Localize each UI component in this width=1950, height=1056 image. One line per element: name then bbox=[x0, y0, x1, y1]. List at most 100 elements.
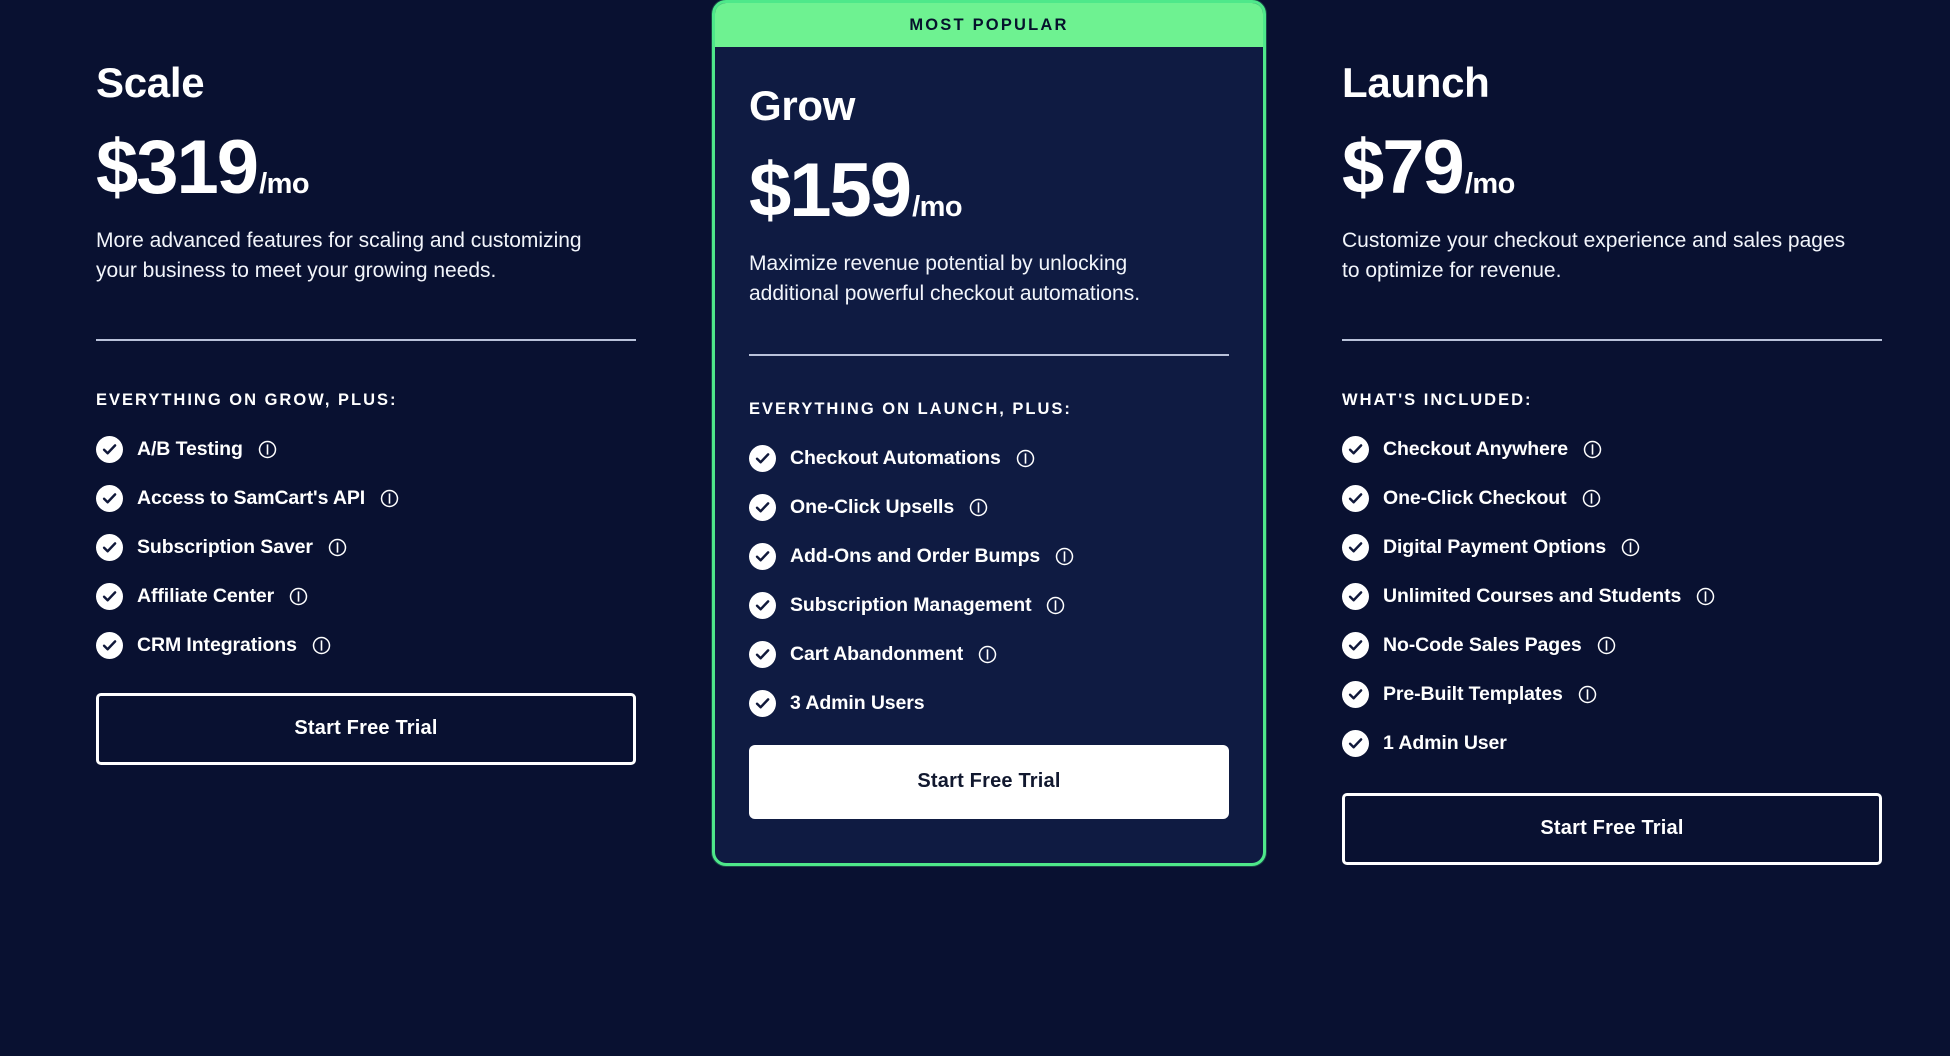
info-icon[interactable] bbox=[258, 440, 277, 459]
check-circle-icon bbox=[749, 689, 776, 717]
divider-grow bbox=[749, 353, 1229, 356]
price-row-grow: $159 /mo bbox=[749, 153, 1229, 229]
feature-label: Affiliate Center bbox=[137, 584, 275, 607]
feature-label: Unlimited Courses and Students bbox=[1383, 584, 1682, 607]
check-circle-icon bbox=[1342, 631, 1369, 659]
feature-list-grow: Checkout Automations One-Click Upsells A… bbox=[749, 444, 1229, 717]
start-free-trial-button-grow[interactable]: Start Free Trial bbox=[749, 744, 1229, 819]
plan-card-grow: MOST POPULAR Grow $159 /mo Maximize reve… bbox=[712, 0, 1266, 866]
price-period-grow: /mo bbox=[912, 191, 963, 223]
plan-description-launch: Customize your checkout experience and s… bbox=[1342, 229, 1846, 283]
feature-label: CRM Integrations bbox=[137, 633, 297, 656]
list-item: One-Click Checkout bbox=[1342, 484, 1882, 512]
list-item: Access to SamCart's API bbox=[96, 484, 636, 512]
info-icon[interactable] bbox=[1578, 685, 1597, 704]
check-circle-icon bbox=[96, 631, 123, 659]
plan-description-scale: More advanced features for scaling and c… bbox=[96, 229, 582, 283]
check-circle-icon bbox=[749, 493, 776, 521]
divider-scale bbox=[96, 338, 636, 341]
list-item: No-Code Sales Pages bbox=[1342, 631, 1882, 659]
check-circle-icon bbox=[749, 444, 776, 472]
list-item: 3 Admin Users bbox=[749, 689, 1229, 717]
card-inner-scale: Scale $319 /mo More advanced features fo… bbox=[96, 0, 636, 765]
plan-description-grow: Maximize revenue potential by unlocking … bbox=[749, 252, 1141, 306]
info-icon[interactable] bbox=[328, 538, 347, 557]
check-circle-icon bbox=[749, 640, 776, 668]
info-icon[interactable] bbox=[969, 498, 988, 517]
feature-label: Subscription Saver bbox=[137, 535, 313, 558]
check-circle-icon bbox=[1342, 582, 1369, 610]
feature-label: Cart Abandonment bbox=[790, 642, 964, 665]
check-circle-icon bbox=[1342, 680, 1369, 708]
info-icon[interactable] bbox=[1582, 489, 1601, 508]
divider-launch bbox=[1342, 338, 1882, 341]
info-icon[interactable] bbox=[978, 645, 997, 664]
pricing-plans-container: Scale $319 /mo More advanced features fo… bbox=[0, 0, 1950, 1056]
feature-label: Subscription Management bbox=[790, 593, 1032, 616]
check-circle-icon bbox=[96, 533, 123, 561]
price-row-scale: $319 /mo bbox=[96, 130, 636, 206]
info-icon[interactable] bbox=[1016, 449, 1035, 468]
plan-title-grow: Grow bbox=[749, 82, 856, 129]
card-shell-grow: MOST POPULAR Grow $159 /mo Maximize reve… bbox=[712, 0, 1266, 866]
feature-label: No-Code Sales Pages bbox=[1383, 633, 1582, 656]
features-heading-grow: EVERYTHING ON LAUNCH, PLUS: bbox=[749, 399, 1072, 418]
feature-label: 1 Admin User bbox=[1383, 731, 1507, 754]
cta-wrap-grow: Start Free Trial bbox=[749, 744, 1229, 819]
info-icon[interactable] bbox=[1621, 538, 1640, 557]
info-icon[interactable] bbox=[1046, 596, 1065, 615]
info-icon[interactable] bbox=[1696, 587, 1715, 606]
list-item: Add-Ons and Order Bumps bbox=[749, 542, 1229, 570]
check-circle-icon bbox=[96, 582, 123, 610]
start-free-trial-button-launch[interactable]: Start Free Trial bbox=[1342, 792, 1882, 865]
list-item: One-Click Upsells bbox=[749, 493, 1229, 521]
feature-list-scale: A/B Testing Access to SamCart's API Subs… bbox=[96, 435, 636, 659]
info-icon[interactable] bbox=[312, 636, 331, 655]
plan-card-scale: Scale $319 /mo More advanced features fo… bbox=[96, 0, 636, 765]
plan-card-launch: Launch $79 /mo Customize your checkout e… bbox=[1342, 0, 1882, 865]
info-icon[interactable] bbox=[289, 587, 308, 606]
check-circle-icon bbox=[749, 542, 776, 570]
list-item: Cart Abandonment bbox=[749, 640, 1229, 668]
info-icon[interactable] bbox=[1055, 547, 1074, 566]
list-item: CRM Integrations bbox=[96, 631, 636, 659]
feature-list-launch: Checkout Anywhere One-Click Checkout Dig… bbox=[1342, 435, 1882, 757]
card-inner-launch: Launch $79 /mo Customize your checkout e… bbox=[1342, 0, 1882, 865]
cta-wrap-scale: Start Free Trial bbox=[96, 692, 636, 765]
feature-label: Access to SamCart's API bbox=[137, 486, 366, 509]
price-row-launch: $79 /mo bbox=[1342, 130, 1882, 206]
most-popular-badge: MOST POPULAR bbox=[715, 3, 1263, 47]
check-circle-icon bbox=[749, 591, 776, 619]
list-item: Affiliate Center bbox=[96, 582, 636, 610]
check-circle-icon bbox=[1342, 484, 1369, 512]
feature-label: One-Click Upsells bbox=[790, 495, 955, 518]
feature-label: Digital Payment Options bbox=[1383, 535, 1607, 558]
feature-label: Pre-Built Templates bbox=[1383, 682, 1563, 705]
card-shell-scale: Scale $319 /mo More advanced features fo… bbox=[96, 0, 636, 765]
card-shell-launch: Launch $79 /mo Customize your checkout e… bbox=[1342, 0, 1882, 865]
price-amount-launch: $79 bbox=[1342, 125, 1465, 210]
plan-title-scale: Scale bbox=[96, 59, 205, 106]
info-icon[interactable] bbox=[380, 489, 399, 508]
check-circle-icon bbox=[96, 484, 123, 512]
price-amount-scale: $319 bbox=[96, 125, 259, 210]
list-item: Checkout Anywhere bbox=[1342, 435, 1882, 463]
list-item: A/B Testing bbox=[96, 435, 636, 463]
list-item: Subscription Saver bbox=[96, 533, 636, 561]
list-item: Subscription Management bbox=[749, 591, 1229, 619]
feature-label: Add-Ons and Order Bumps bbox=[790, 544, 1041, 567]
check-circle-icon bbox=[1342, 533, 1369, 561]
info-icon[interactable] bbox=[1597, 636, 1616, 655]
cta-wrap-launch: Start Free Trial bbox=[1342, 792, 1882, 865]
check-circle-icon bbox=[1342, 435, 1369, 463]
info-icon[interactable] bbox=[1583, 440, 1602, 459]
list-item: Pre-Built Templates bbox=[1342, 680, 1882, 708]
list-item: Unlimited Courses and Students bbox=[1342, 582, 1882, 610]
feature-label: A/B Testing bbox=[137, 437, 243, 460]
card-inner-grow: Grow $159 /mo Maximize revenue potential… bbox=[715, 47, 1263, 863]
check-circle-icon bbox=[96, 435, 123, 463]
start-free-trial-button-scale[interactable]: Start Free Trial bbox=[96, 692, 636, 765]
feature-label: Checkout Anywhere bbox=[1383, 437, 1569, 460]
price-amount-grow: $159 bbox=[749, 148, 912, 233]
list-item: 1 Admin User bbox=[1342, 729, 1882, 757]
